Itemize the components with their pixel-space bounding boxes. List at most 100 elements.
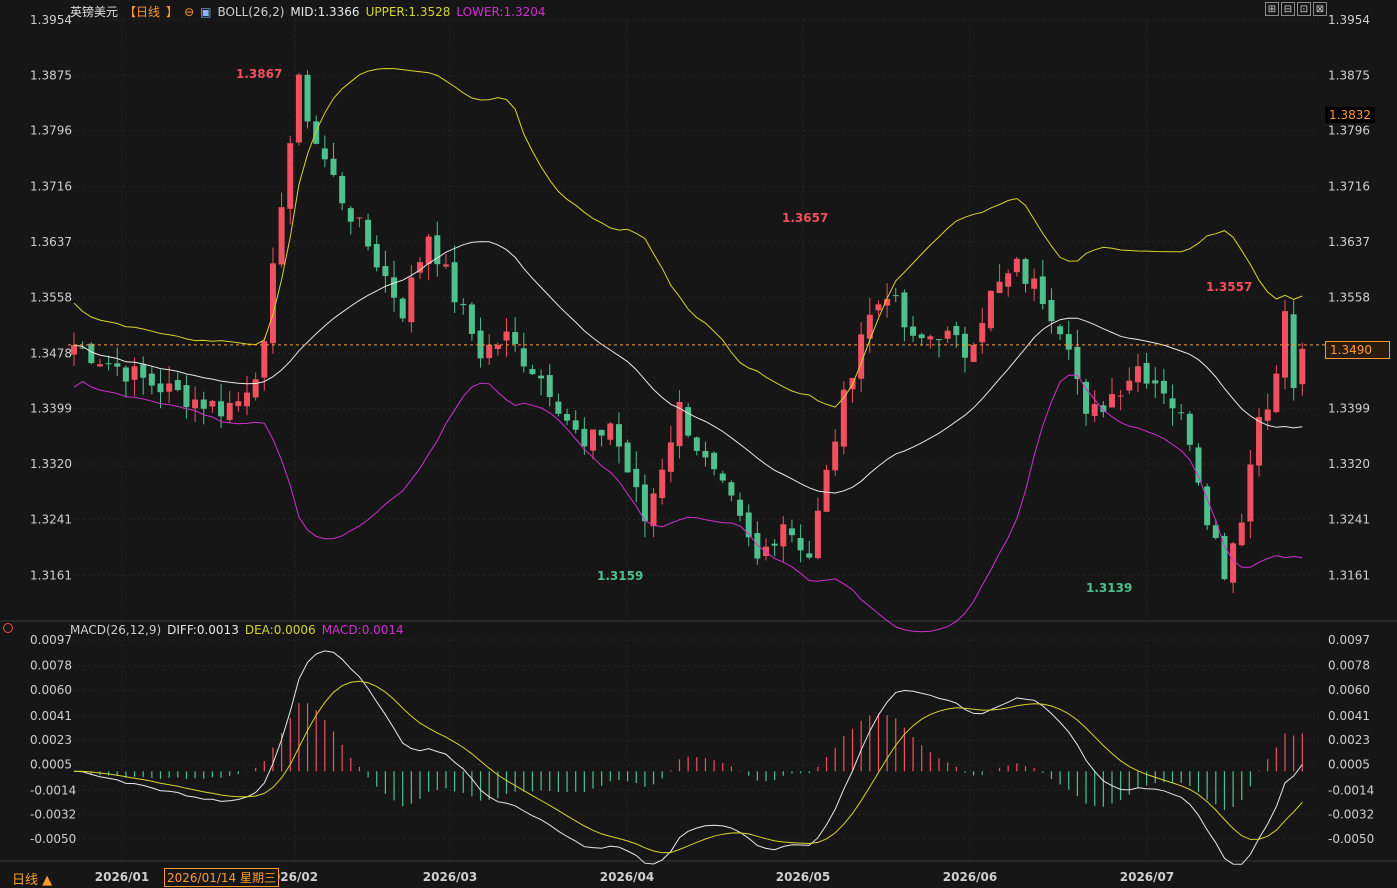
candle-body xyxy=(304,74,311,122)
candle-body xyxy=(330,158,337,175)
candle-body xyxy=(572,420,579,430)
boll-name: BOLL(26,2) xyxy=(217,5,285,19)
x-tick-label: 2026/03 xyxy=(423,870,477,884)
candle-body xyxy=(1005,273,1012,287)
candle-body xyxy=(174,380,181,391)
period-selector[interactable]: 日线 ▲ xyxy=(12,869,52,888)
candle-body xyxy=(737,499,744,516)
candle-body xyxy=(218,401,225,417)
candle-body xyxy=(754,533,761,559)
macd-y-tick-label: -0.0050 xyxy=(30,832,76,846)
x-tick-label: 2026/01 xyxy=(95,870,149,884)
crosshair-icon[interactable]: ⊞ xyxy=(1265,2,1279,16)
candle-body xyxy=(1221,535,1228,580)
macd-y-tick-label: 0.0097 xyxy=(30,633,72,647)
candle-body xyxy=(650,493,657,527)
candle-body xyxy=(892,295,899,297)
candle-body xyxy=(105,363,112,365)
candle-body xyxy=(1074,346,1081,380)
y-tick-label: 1.3241 xyxy=(1328,512,1370,526)
candle-body xyxy=(96,364,103,367)
x-tick-label: 2026/05 xyxy=(776,870,830,884)
candle-body xyxy=(970,344,977,362)
macd-diff: DIFF:0.0013 xyxy=(167,623,239,637)
candle-body xyxy=(728,482,735,496)
cursor-date-label: 2026/01/14 星期三 xyxy=(164,868,279,887)
candle-body xyxy=(148,373,155,386)
y-tick-label: 1.3399 xyxy=(1328,402,1370,416)
candle-body xyxy=(166,383,173,392)
zoom-out-icon[interactable]: ⊡ xyxy=(1297,2,1311,16)
macd-y-tick-label: 0.0005 xyxy=(30,758,72,772)
candle-body xyxy=(1160,380,1167,394)
candle-body xyxy=(581,428,588,447)
candle-body xyxy=(1048,299,1055,322)
macd-y-tick-label: 0.0005 xyxy=(1328,758,1370,772)
y-tick-label: 1.3796 xyxy=(30,124,72,138)
candle-body xyxy=(391,277,398,298)
indicator-icon[interactable]: ▣ xyxy=(200,5,211,19)
candle-body xyxy=(356,217,363,219)
y-tick-label: 1.3954 xyxy=(1328,13,1370,27)
settings-icon[interactable]: ⊖ xyxy=(184,5,194,19)
candle-body xyxy=(1152,380,1159,384)
candle-body xyxy=(295,74,302,143)
candle-body xyxy=(693,437,700,451)
candle-body xyxy=(780,524,787,547)
macd-y-tick-label: -0.0032 xyxy=(1328,808,1374,822)
macd-y-tick-label: -0.0014 xyxy=(1328,783,1374,797)
macd-close-icon[interactable] xyxy=(3,623,13,633)
candle-body xyxy=(313,121,320,144)
candle-body xyxy=(1022,259,1029,284)
candle-body xyxy=(1273,373,1280,413)
y-tick-label: 1.3875 xyxy=(1328,68,1370,82)
candle-body xyxy=(512,332,519,344)
candle-body xyxy=(1178,412,1185,414)
low-annotation: 1.3139 xyxy=(1086,581,1132,595)
candle-body xyxy=(1247,464,1254,522)
candle-body xyxy=(1039,276,1046,305)
y-tick-label: 1.3241 xyxy=(30,512,72,526)
candle-body xyxy=(321,148,328,160)
candle-body xyxy=(719,473,726,481)
candle-body xyxy=(936,339,942,341)
y-tick-label: 1.3161 xyxy=(1328,568,1370,582)
candle-body xyxy=(1013,258,1020,273)
last-price-label: 1.3490 xyxy=(1325,341,1390,359)
y-tick-label: 1.3399 xyxy=(30,402,72,416)
macd-y-tick-label: 0.0023 xyxy=(30,733,72,747)
candle-body xyxy=(140,364,147,378)
candle-body xyxy=(1282,311,1288,378)
y-tick-label: 1.3796 xyxy=(1328,124,1370,138)
candle-body xyxy=(1126,380,1133,391)
candle-body xyxy=(615,424,622,447)
candle-body xyxy=(503,331,510,341)
candle-body xyxy=(287,143,294,209)
macd-y-tick-label: 0.0097 xyxy=(1328,633,1370,647)
y-tick-label: 1.3320 xyxy=(30,457,72,471)
x-tick-label: 2026/07 xyxy=(1120,870,1174,884)
macd-y-tick-label: 0.0060 xyxy=(1328,683,1370,697)
y-tick-label: 1.3637 xyxy=(30,235,72,249)
candle-body xyxy=(806,553,813,558)
candle-body xyxy=(944,330,951,339)
macd-y-tick-label: 0.0060 xyxy=(30,683,72,697)
candle-body xyxy=(910,326,917,336)
period-badge[interactable]: 【日线】 xyxy=(124,5,178,19)
macd-y-tick-label: -0.0032 xyxy=(30,808,76,822)
y-tick-label: 1.3954 xyxy=(30,13,72,27)
boll-mid-line xyxy=(73,241,1303,494)
zoom-in-icon[interactable]: ⊟ xyxy=(1281,2,1295,16)
y-tick-label: 1.3558 xyxy=(30,290,72,304)
candle-body xyxy=(365,219,372,247)
candle-body xyxy=(261,341,268,378)
candle-body xyxy=(1031,278,1038,289)
candle-body xyxy=(1169,398,1176,409)
x-tick-label: 2026/06 xyxy=(943,870,997,884)
y-tick-label: 1.3478 xyxy=(30,346,72,360)
candle-body xyxy=(339,175,346,204)
candle-body xyxy=(494,344,501,350)
candle-body xyxy=(685,407,692,436)
fullscreen-icon[interactable]: ⊠ xyxy=(1313,2,1327,16)
candle-body xyxy=(1091,404,1098,416)
